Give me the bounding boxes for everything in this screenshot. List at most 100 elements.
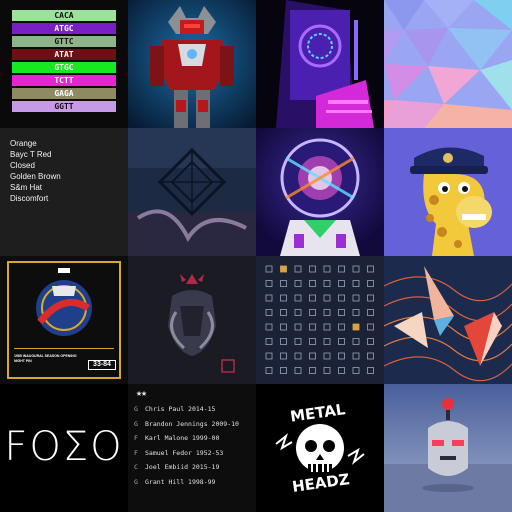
grid-square bbox=[352, 352, 360, 360]
tile-neon-portal[interactable] bbox=[256, 0, 384, 128]
dna-strand-list: CACA ATGC GTTC ATAT GTGC TCTT GAGA GGTT bbox=[12, 10, 116, 114]
giraffe-art bbox=[384, 128, 512, 256]
low-poly-art bbox=[384, 0, 512, 128]
trait-item: Bayc T Red bbox=[10, 150, 52, 159]
dna-strand-bar: TCTT bbox=[12, 75, 116, 86]
grid-square bbox=[367, 265, 374, 273]
grid-square bbox=[323, 338, 331, 345]
grid-square bbox=[338, 367, 345, 374]
tile-topographic[interactable] bbox=[384, 256, 512, 384]
grid-square bbox=[309, 280, 316, 287]
tile-giraffe[interactable] bbox=[384, 128, 512, 256]
grid-square bbox=[367, 367, 374, 374]
tile-metal-headz[interactable]: METAL HEADZ bbox=[256, 384, 384, 512]
grid-square bbox=[280, 309, 287, 316]
grid-square bbox=[309, 294, 316, 302]
tile-lion-crest[interactable] bbox=[128, 256, 256, 384]
tile-floating-head[interactable] bbox=[384, 384, 512, 512]
grid-square bbox=[265, 338, 273, 345]
grid-square bbox=[338, 265, 345, 273]
grid-square bbox=[309, 323, 316, 331]
grid-square bbox=[309, 367, 316, 374]
grid-square bbox=[294, 265, 302, 273]
grid-square bbox=[280, 265, 287, 273]
grid-square bbox=[338, 294, 345, 302]
trait-item: Orange bbox=[10, 139, 37, 148]
grid-square bbox=[309, 265, 316, 273]
tile-astronaut[interactable] bbox=[256, 128, 384, 256]
grid-square bbox=[265, 294, 273, 302]
tile-basketball-poster[interactable]: 1985 INAUGURAL SEASON OPENING NIGHT PIN … bbox=[0, 256, 128, 384]
neon-portal-art bbox=[256, 0, 384, 128]
poster-footer-text: 1985 INAUGURAL SEASON OPENING NIGHT PIN bbox=[14, 354, 77, 363]
grid-square bbox=[294, 323, 302, 331]
player-position: G bbox=[134, 419, 138, 428]
tile-trait-list[interactable]: Orange Bayc T Red Closed Golden Brown S&… bbox=[0, 128, 128, 256]
tile-foeo[interactable]: FOΣO bbox=[0, 384, 128, 512]
player-row: G Brandon Jennings 2009-10 bbox=[134, 417, 239, 432]
grid-square bbox=[309, 309, 316, 316]
grid-square bbox=[352, 323, 360, 331]
poster-badge: 33-84 bbox=[88, 360, 116, 370]
player-position: F bbox=[134, 434, 138, 442]
tile-square-grid[interactable] bbox=[256, 256, 384, 384]
grid-square bbox=[294, 367, 302, 374]
tile-player-roster[interactable]: ★★ G Chris Paul 2014-15 G Brandon Jennings … bbox=[128, 384, 256, 512]
player-position: G bbox=[134, 477, 138, 486]
grid-square bbox=[352, 280, 360, 287]
lion-crest-art bbox=[128, 256, 256, 384]
grid-square bbox=[323, 352, 331, 360]
tile-abstract-diamond[interactable] bbox=[128, 128, 256, 256]
tile-low-poly[interactable] bbox=[384, 0, 512, 128]
grid-square bbox=[323, 323, 331, 331]
tile-dna-strands[interactable]: CACA ATGC GTTC ATAT GTGC TCTT GAGA GGTT bbox=[0, 0, 128, 128]
grid-square bbox=[352, 367, 360, 374]
grid-square bbox=[338, 352, 345, 360]
player-name: Brandon Jennings 2009-10 bbox=[145, 419, 239, 428]
floating-head-art bbox=[384, 384, 512, 512]
player-position: G bbox=[134, 405, 138, 413]
dna-strand-bar: ATAT bbox=[12, 49, 116, 60]
player-name: Samuel Fedor 1952-53 bbox=[145, 448, 224, 457]
player-name: Chris Paul 2014-15 bbox=[145, 405, 216, 413]
grid-square bbox=[367, 309, 374, 316]
grid-square bbox=[294, 294, 302, 302]
grid-square bbox=[309, 338, 316, 345]
player-name: Grant Hill 1998-99 bbox=[145, 477, 216, 486]
astronaut-art bbox=[256, 128, 384, 256]
player-row: G Grant Hill 1998-99 bbox=[134, 475, 239, 490]
grid-square bbox=[352, 309, 360, 316]
dna-strand-bar: GTTC bbox=[12, 36, 116, 47]
grid-square bbox=[280, 323, 287, 331]
player-name: Joel Embiid 2015-19 bbox=[145, 463, 220, 471]
square-grid-art bbox=[265, 265, 374, 374]
grid-square bbox=[294, 309, 302, 316]
grid-square bbox=[367, 294, 374, 302]
grid-square bbox=[294, 338, 302, 345]
grid-square bbox=[265, 280, 273, 287]
grid-square bbox=[367, 280, 374, 287]
player-row: F Karl Malone 1999-00 bbox=[134, 431, 239, 446]
grid-square bbox=[280, 352, 287, 360]
trait-item: S&m Hat bbox=[10, 183, 43, 192]
grid-square bbox=[352, 294, 360, 302]
dna-strand-bar: GTGC bbox=[12, 62, 116, 73]
player-position: F bbox=[134, 448, 138, 457]
tile-red-robot[interactable] bbox=[128, 0, 256, 128]
player-position: C bbox=[134, 463, 138, 471]
foeo-logo-text: FOΣO bbox=[4, 424, 124, 470]
grid-square bbox=[338, 280, 345, 287]
grid-square bbox=[280, 338, 287, 345]
player-list: G Chris Paul 2014-15 G Brandon Jennings 200… bbox=[134, 402, 239, 489]
grid-square bbox=[265, 352, 273, 360]
grid-square bbox=[280, 280, 287, 287]
grid-square bbox=[265, 323, 273, 331]
dna-strand-bar: ATGC bbox=[12, 23, 116, 34]
trait-list: Orange Bayc T Red Closed Golden Brown S&… bbox=[10, 138, 61, 204]
grid-square bbox=[280, 294, 287, 302]
grid-square bbox=[338, 323, 345, 331]
trait-item: Discomfort bbox=[10, 194, 49, 203]
grid-square bbox=[294, 280, 302, 287]
player-name: Karl Malone 1999-00 bbox=[145, 434, 220, 442]
trait-item: Closed bbox=[10, 161, 35, 170]
